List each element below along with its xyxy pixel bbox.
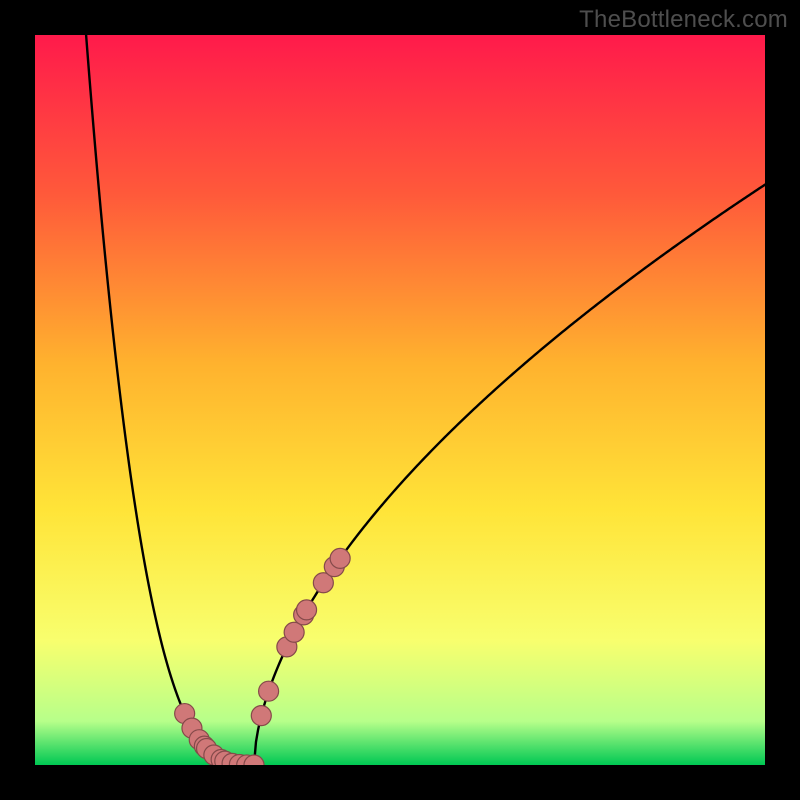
chart-frame: TheBottleneck.com [0, 0, 800, 800]
data-marker [259, 681, 279, 701]
data-marker [251, 706, 271, 726]
data-marker [284, 622, 304, 642]
watermark-text: TheBottleneck.com [579, 6, 788, 34]
data-marker [297, 600, 317, 620]
chart-plot [35, 35, 765, 765]
plot-background [35, 35, 765, 765]
data-marker [330, 548, 350, 568]
